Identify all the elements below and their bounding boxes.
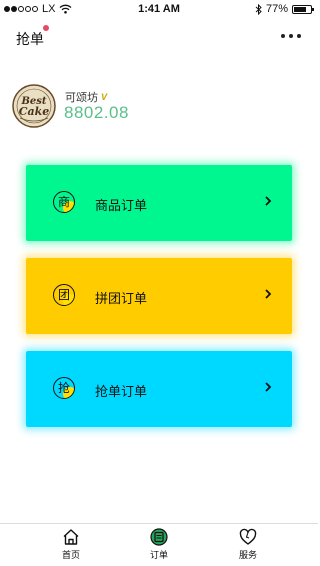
shop-profile: Best Cake 可颂坊 V 8802.08 — [12, 84, 302, 130]
nav-bar: 抢单 — [0, 20, 318, 54]
shop-logo: Best Cake — [12, 84, 56, 128]
svg-text:Cake: Cake — [19, 105, 50, 118]
tab-label: 首页 — [61, 550, 80, 560]
battery-percent: 77% — [265, 3, 288, 15]
verified-badge: V — [101, 92, 108, 102]
tab-label: 订单 — [149, 550, 168, 560]
tab-home[interactable]: 首页 — [41, 528, 101, 561]
product-order-icon: 商 — [53, 191, 75, 213]
more-horizontal-icon[interactable] — [281, 34, 301, 38]
balance-amount: 8802.08 — [64, 103, 129, 122]
tab-label: 服务 — [238, 550, 257, 560]
battery-icon — [292, 4, 314, 14]
order-icon — [150, 528, 168, 546]
product-orders-card[interactable]: 商 商品订单 — [26, 165, 292, 241]
notification-dot — [43, 25, 49, 31]
group-orders-card[interactable]: 团 拼团订单 — [26, 258, 292, 334]
group-order-icon: 团 — [53, 284, 75, 306]
card-label: 抢单订单 — [95, 384, 148, 399]
bluetooth-icon — [255, 3, 262, 15]
tab-services[interactable]: 服务 — [218, 528, 278, 561]
home-icon — [63, 529, 79, 545]
tab-orders[interactable]: 订单 — [129, 528, 189, 561]
chevron-right-icon — [265, 196, 272, 206]
chevron-right-icon — [265, 289, 272, 299]
grab-order-icon: 抢 — [53, 377, 75, 399]
card-label: 商品订单 — [95, 198, 148, 213]
page-title: 抢单 — [16, 31, 44, 47]
grab-orders-card[interactable]: 抢 抢单订单 — [26, 351, 292, 427]
card-label: 拼团订单 — [95, 291, 148, 306]
chevron-right-icon — [265, 382, 272, 392]
bottom-tab-bar: 首页 订单 服务 — [0, 523, 318, 566]
heart-service-icon — [239, 528, 257, 545]
status-bar: LX 1:41 AM 77% — [0, 0, 318, 20]
